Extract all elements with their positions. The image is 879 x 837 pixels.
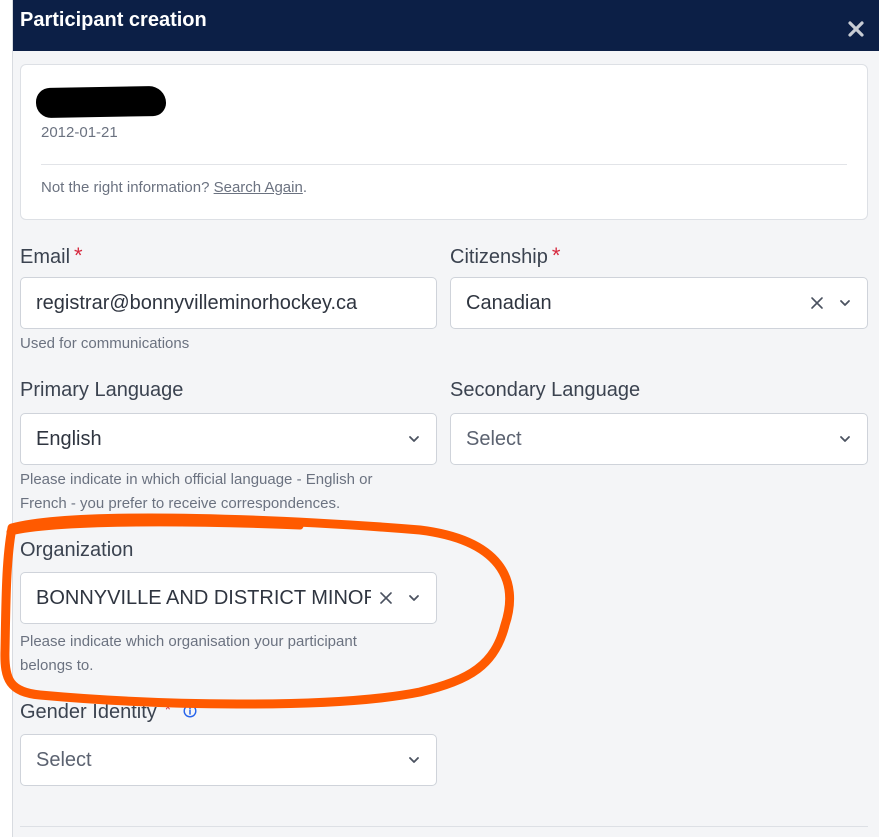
citizenship-label: Citizenship * [450, 243, 560, 269]
required-mark: * [74, 243, 83, 268]
citizenship-label-text: Citizenship [450, 246, 548, 268]
primary-language-help: Please indicate in which official langua… [20, 468, 372, 516]
gender-identity-placeholder: Select [36, 748, 92, 771]
clear-icon[interactable] [810, 296, 824, 310]
gender-identity-label: Gender Identity * [20, 701, 197, 724]
email-field[interactable]: registrar@bonnyvilleminorhockey.ca [20, 277, 437, 329]
email-label-text: Email [20, 246, 71, 268]
citizenship-value: Canadian [466, 291, 552, 314]
gender-identity-label-text: Gender Identity [20, 701, 157, 723]
chevron-down-icon[interactable] [838, 296, 852, 310]
help-line: Please indicate in which official langua… [20, 471, 373, 488]
close-icon [848, 20, 864, 37]
email-value: registrar@bonnyvilleminorhockey.ca [36, 291, 358, 314]
participant-summary-card: 2012-01-21 Not the right information? Se… [20, 64, 868, 220]
secondary-language-placeholder: Select [466, 427, 522, 450]
email-label: Email * [20, 243, 83, 269]
participant-dob: 2012-01-21 [41, 124, 118, 141]
secondary-language-label: Secondary Language [450, 379, 641, 401]
card-divider [41, 164, 847, 165]
modal-header: Participant creation [13, 0, 879, 51]
search-again-hint: Not the right information? Search Again. [41, 179, 307, 196]
modal-title: Participant creation [20, 9, 207, 31]
participant-creation-modal: Participant creation 2012-01-21 Not the … [12, 0, 879, 837]
required-mark: * [164, 702, 171, 719]
email-help: Used for communications [20, 335, 190, 352]
help-line: French - you prefer to receive correspon… [20, 495, 341, 512]
search-again-link[interactable]: Search Again [214, 179, 303, 196]
chevron-down-icon[interactable] [407, 432, 421, 446]
hint-text: Not the right information? [41, 179, 210, 196]
close-button[interactable] [845, 18, 867, 40]
primary-language-select[interactable]: English [20, 413, 437, 465]
chevron-down-icon[interactable] [407, 753, 421, 767]
help-line: belongs to. [20, 657, 94, 674]
required-mark: * [551, 243, 561, 268]
organization-select[interactable]: BONNYVILLE AND DISTRICT MINOR HOCKEY [20, 572, 437, 624]
redacted-name [35, 85, 167, 119]
secondary-language-select[interactable]: Select [450, 413, 868, 465]
organization-value: BONNYVILLE AND DISTRICT MINOR HOCKEY [36, 586, 371, 609]
help-line: Please indicate which organisation your … [20, 633, 357, 650]
gender-identity-select[interactable]: Select [20, 734, 437, 786]
chevron-down-icon[interactable] [838, 432, 852, 446]
primary-language-value: English [36, 427, 102, 450]
hint-period: . [302, 179, 307, 196]
footer-divider [20, 826, 868, 827]
clear-icon[interactable] [379, 591, 393, 605]
chevron-down-icon[interactable] [407, 591, 421, 605]
organization-label: Organization [20, 539, 134, 561]
info-icon[interactable] [183, 704, 197, 718]
primary-language-label: Primary Language [20, 379, 184, 401]
citizenship-select[interactable]: Canadian [450, 277, 868, 329]
organization-help: Please indicate which organisation your … [20, 630, 357, 678]
